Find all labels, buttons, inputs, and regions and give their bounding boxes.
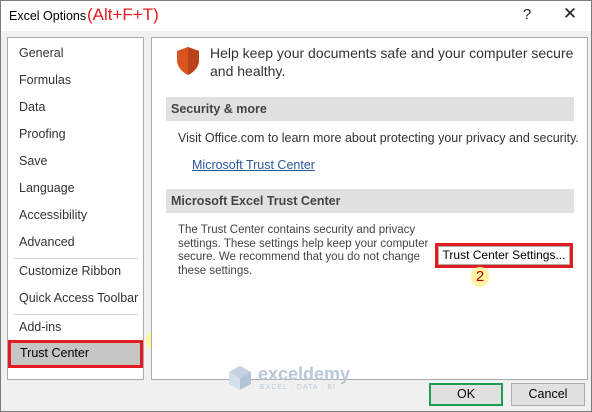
sidebar-item-data[interactable]: Data	[8, 94, 143, 121]
sidebar-item-trust-center[interactable]: Trust Center	[8, 340, 143, 368]
cancel-button[interactable]: Cancel	[511, 383, 585, 406]
shield-icon	[177, 47, 199, 75]
sidebar-item-language[interactable]: Language	[8, 175, 143, 202]
sidebar-item-quick-access-toolbar[interactable]: Quick Access Toolbar	[8, 285, 143, 312]
trust-center-section-heading: Microsoft Excel Trust Center	[166, 189, 574, 213]
ok-button[interactable]: OK	[429, 383, 503, 406]
close-button[interactable]: ✕	[558, 4, 582, 28]
security-section-text: Visit Office.com to learn more about pro…	[178, 131, 579, 145]
intro-text: Help keep your documents safe and your c…	[210, 45, 574, 79]
sidebar-item-formulas[interactable]: Formulas	[8, 67, 143, 94]
exceldemy-watermark: exceldemy EXCEL · DATA · BI	[226, 362, 376, 394]
sidebar-item-add-ins[interactable]: Add-ins	[8, 314, 143, 341]
exceldemy-logo-icon	[229, 366, 251, 390]
title-bar: Excel Options (Alt+F+T) ? ✕	[1, 1, 591, 31]
sidebar-item-accessibility[interactable]: Accessibility	[8, 202, 143, 229]
options-sidebar: General Formulas Data Proofing Save Lang…	[7, 37, 144, 380]
trust-center-pane: Help keep your documents safe and your c…	[151, 37, 588, 380]
help-button[interactable]: ?	[517, 6, 537, 26]
window-title: Excel Options	[9, 9, 87, 23]
sidebar-item-customize-ribbon[interactable]: Customize Ribbon	[8, 258, 143, 285]
sidebar-item-proofing[interactable]: Proofing	[8, 121, 143, 148]
trust-center-description: The Trust Center contains security and p…	[178, 224, 429, 277]
security-section-heading: Security & more	[166, 97, 574, 121]
sidebar-item-save[interactable]: Save	[8, 148, 143, 175]
excel-options-dialog: Excel Options (Alt+F+T) ? ✕ General Form…	[0, 0, 592, 412]
sidebar-item-general[interactable]: General	[8, 40, 143, 67]
watermark-tagline: EXCEL · DATA · BI	[260, 384, 336, 391]
step-marker-2: 2	[471, 267, 489, 287]
sidebar-item-advanced[interactable]: Advanced	[8, 229, 143, 256]
trust-center-settings-button[interactable]: Trust Center Settings...	[435, 243, 573, 268]
microsoft-trust-center-link[interactable]: Microsoft Trust Center	[192, 158, 315, 172]
shortcut-annotation: (Alt+F+T)	[87, 5, 159, 24]
watermark-name: exceldemy	[258, 364, 351, 384]
